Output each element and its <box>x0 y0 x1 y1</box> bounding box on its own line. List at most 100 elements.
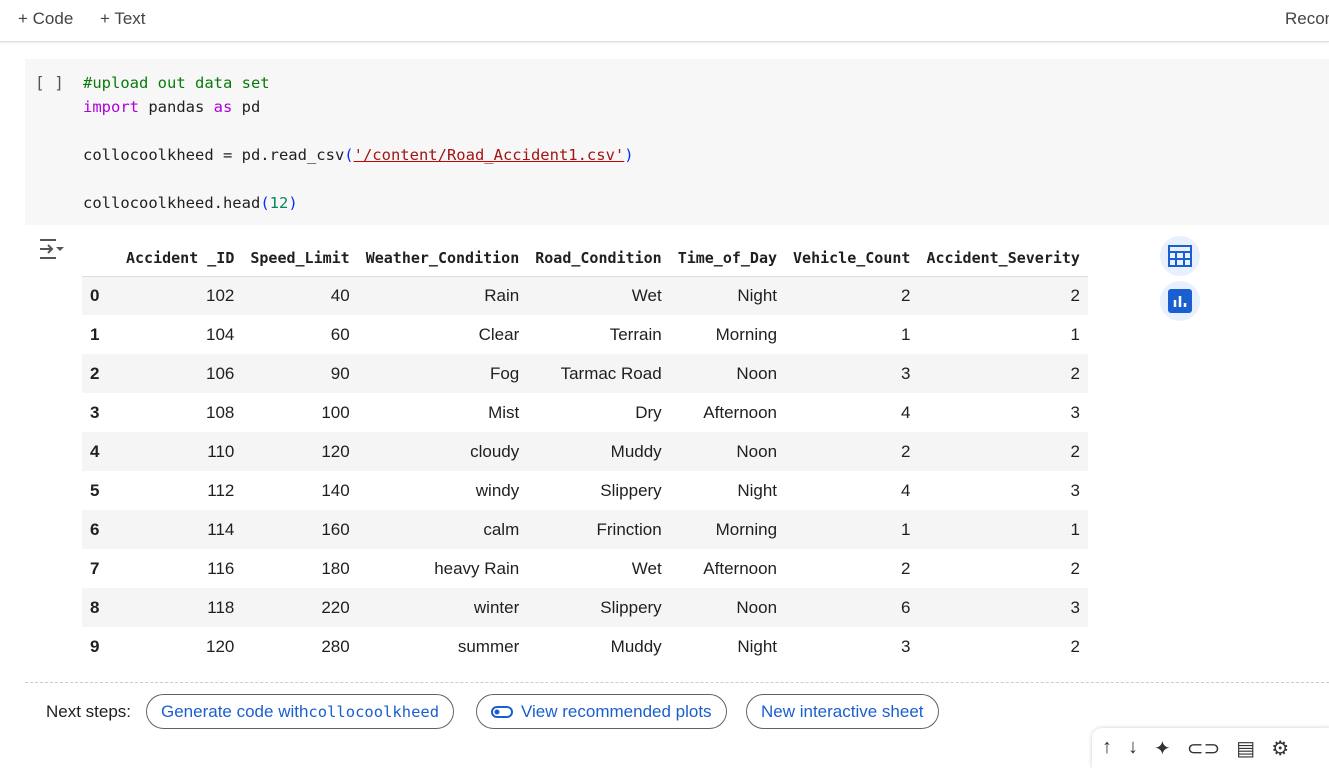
add-text-button[interactable]: + Text <box>100 9 146 29</box>
table-cell: 110 <box>118 432 243 471</box>
table-cell: 104 <box>206 324 235 344</box>
table-cell: 100 <box>321 402 350 422</box>
table-cell: 2 <box>785 432 919 471</box>
table-cell: Terrain <box>609 324 662 344</box>
row-index: 3 <box>90 402 100 422</box>
table-row: 5 112 140 windy Slippery Night 4 3 <box>82 471 1088 510</box>
reconnect-button[interactable]: Recon <box>1285 9 1329 29</box>
table-cell: 2 <box>918 276 1088 315</box>
table-cell: Muddy <box>610 636 662 656</box>
kw: import <box>83 98 139 116</box>
table-cell: 120 <box>242 432 358 471</box>
table-cell: Fog <box>357 354 528 393</box>
table-cell: 220 <box>242 588 358 627</box>
generate-code-button[interactable]: Generate code with collocoolkheed <box>146 694 455 729</box>
table-cell: Noon <box>669 588 786 627</box>
row-index: 9 <box>90 636 100 656</box>
row-index: 4 <box>82 432 118 471</box>
move-down-icon[interactable]: ↓ <box>1128 736 1138 768</box>
table-row: 8 118 220 winter Slippery Noon 6 3 <box>82 588 1088 627</box>
row-index: 2 <box>82 354 118 393</box>
table-cell: Slippery <box>527 588 670 627</box>
table-cell: 3 <box>1070 402 1080 422</box>
column-header: Weather_Condition <box>357 240 528 277</box>
run-cell-button[interactable]: [ ] <box>35 73 64 92</box>
dataframe-table: Accident _ID Speed_Limit Weather_Condition… <box>82 240 1088 666</box>
new-sheet-button[interactable]: New interactive sheet <box>746 694 939 729</box>
table-cell: cloudy <box>357 432 528 471</box>
view-plots-button[interactable]: View recommended plots <box>476 694 727 729</box>
output-toggle-icon[interactable] <box>38 237 66 261</box>
table-cell: 106 <box>118 354 243 393</box>
gear-icon[interactable]: ⚙ <box>1271 736 1289 768</box>
table-cell: 118 <box>118 588 243 627</box>
table-cell: 40 <box>242 276 358 315</box>
table-row: 7 116 180 heavy Rain Wet Afternoon 2 2 <box>82 549 1088 588</box>
toggle-icon <box>491 705 513 718</box>
add-code-button[interactable]: + Code <box>18 9 73 29</box>
table-cell: 3 <box>918 588 1088 627</box>
row-index: 6 <box>82 510 118 549</box>
column-header: Vehicle_Count <box>785 240 919 277</box>
table-cell: 90 <box>242 354 358 393</box>
suggest-charts-button[interactable] <box>1160 281 1200 321</box>
convert-to-table-button[interactable] <box>1160 236 1200 276</box>
table-cell: 114 <box>118 510 243 549</box>
table-cell: 112 <box>207 480 235 500</box>
table-cell: Slippery <box>600 480 662 500</box>
table-cell: Morning <box>715 324 778 344</box>
link-icon[interactable]: ⊂⊃ <box>1187 736 1221 768</box>
table-cell: Afternoon <box>703 558 778 578</box>
table-cell: 3 <box>900 636 911 656</box>
table-cell: Night <box>737 636 778 656</box>
label: View recommended plots <box>521 701 712 721</box>
bar-chart-icon <box>1168 289 1192 313</box>
cell-toolbar: ↑ ↓ ✦ ⊂⊃ ▤ ⚙ <box>1092 728 1329 768</box>
table-cell: 1 <box>918 510 1088 549</box>
table-cell: 120 <box>206 636 235 656</box>
table-cell: 4 <box>900 402 911 422</box>
column-header: Accident_Severity <box>918 240 1088 277</box>
column-header: Speed_Limit <box>242 240 358 277</box>
row-index: 1 <box>90 324 100 344</box>
mod: pandas <box>139 98 214 116</box>
move-up-icon[interactable]: ↑ <box>1102 736 1112 768</box>
column-header: Road_Condition <box>527 240 670 277</box>
table-cell: 116 <box>207 558 235 578</box>
table-cell: Rain <box>357 276 528 315</box>
label: New interactive sheet <box>761 701 924 721</box>
table-cell: 2 <box>785 276 919 315</box>
table-cell: 3 <box>785 354 919 393</box>
table-row: 9 120 280 summer Muddy Night 3 2 <box>82 627 1088 666</box>
table-cell: 6 <box>785 588 919 627</box>
code-editor[interactable]: #upload out data set import pandas as pd… <box>83 71 634 215</box>
table-cell: Wet <box>527 276 670 315</box>
table-cell: Frinction <box>527 510 670 549</box>
table-cell: 2 <box>1070 558 1080 578</box>
comment-icon[interactable]: ▤ <box>1236 736 1255 768</box>
table-cell: 1 <box>900 324 911 344</box>
table-cell: 60 <box>330 324 350 344</box>
table-cell: 4 <box>900 480 911 500</box>
next-steps-label: Next steps: <box>46 702 132 721</box>
table-cell: Dry <box>635 402 662 422</box>
column-header: Accident _ID <box>118 240 243 277</box>
label: Generate code with <box>161 701 309 721</box>
table-cell: 1 <box>1070 324 1080 344</box>
column-header: Time_of_Day <box>669 240 786 277</box>
table-cell: 2 <box>918 432 1088 471</box>
table-cell: Mist <box>488 402 520 422</box>
table-cell: 2 <box>918 354 1088 393</box>
code-cell[interactable]: [ ] #upload out data set import pandas a… <box>25 59 1329 225</box>
table-cell: winter <box>357 588 528 627</box>
head-arg: 12 <box>269 194 289 212</box>
table-cell: Muddy <box>527 432 670 471</box>
table-cell: 102 <box>118 276 243 315</box>
column-header <box>82 240 118 277</box>
table-row: 3 108 100 Mist Dry Afternoon 4 3 <box>82 393 1088 432</box>
toolbar: + Code + Text Recon <box>0 0 1329 42</box>
assign: collocoolkheed = pd.read_csv <box>83 146 345 164</box>
table-cell: 2 <box>1070 636 1080 656</box>
table-cell: 160 <box>242 510 358 549</box>
sparkle-icon[interactable]: ✦ <box>1154 736 1171 768</box>
